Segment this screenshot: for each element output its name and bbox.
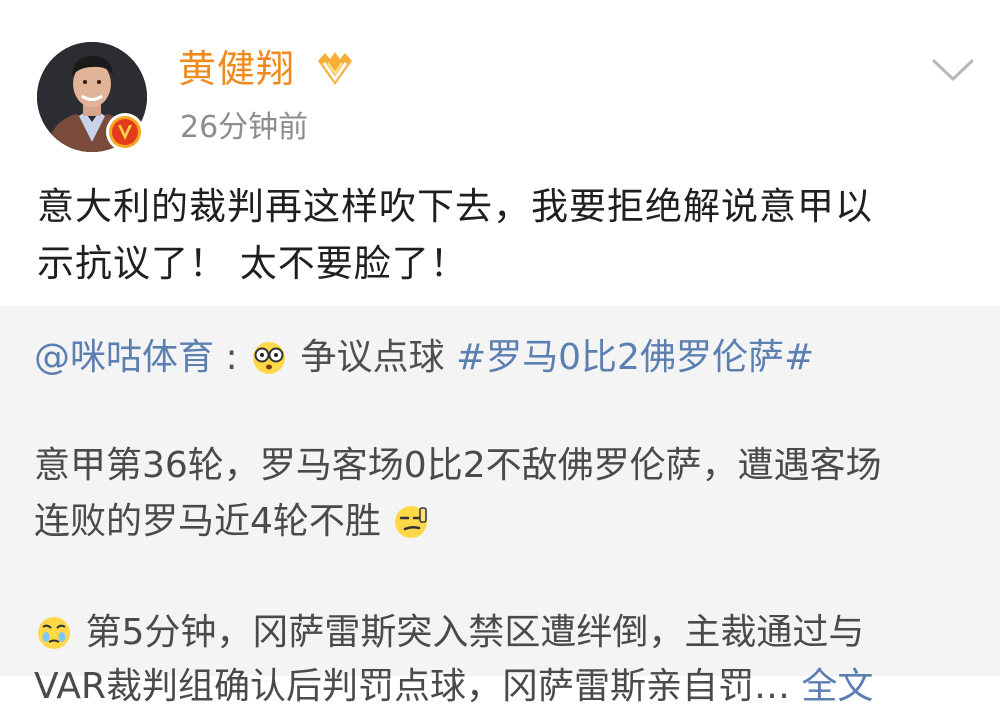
mention-link[interactable]: @咪咕体育 (34, 337, 214, 378)
repost-paragraph-2-line-1: 第5分钟，冈萨雷斯突入禁区遭绊倒，主裁通过与 (85, 612, 865, 653)
repost-paragraph-1-text: 意甲第36轮，罗马客场0比2不敌佛罗伦萨，遭遇客场 连败的罗马近4轮不胜 (34, 445, 882, 542)
repost-reason: 争议点球 (300, 337, 445, 378)
repost-header-line: @咪咕体育 : 争议点球 #罗马0比2佛罗伦萨# (34, 330, 814, 386)
repost-paragraph-2-line-2: VAR裁判组确认后判罚点球，冈萨雷斯亲自罚… (34, 666, 790, 707)
repost-paragraph-2: 第5分钟，冈萨雷斯突入禁区遭绊倒，主裁通过与 (34, 605, 964, 661)
crying-face-emoji (38, 617, 70, 649)
chevron-down-icon[interactable] (931, 57, 975, 83)
mention-separator: : (225, 337, 238, 378)
repost-paragraph-2-continued: VAR裁判组确认后判罚点球，冈萨雷斯亲自罚… 全文 (34, 659, 873, 715)
avatar[interactable] (37, 42, 147, 152)
smirk-face-emoji (395, 506, 428, 538)
post-text: 意大利的裁判再这样吹下去，我要拒绝解说意甲以 示抗议了！ 太不要脸了！ (37, 185, 873, 285)
hashtag-link[interactable]: #罗马0比2佛罗伦萨# (456, 337, 814, 378)
author-name[interactable]: 黄健翔 (178, 44, 295, 94)
expand-full-text-link[interactable]: 全文 (801, 666, 873, 707)
vip-badge-icon[interactable] (314, 49, 356, 89)
verified-v-icon (106, 113, 144, 151)
repost-paragraph-1: 意甲第36轮，罗马客场0比2不敌佛罗伦萨，遭遇客场 连败的罗马近4轮不胜 (34, 438, 964, 550)
post-timestamp: 26分钟前 (180, 110, 309, 145)
shocked-face-emoji (253, 342, 286, 374)
weibo-post-card: 黄健翔 26分钟前 意大利的裁判再这样吹下去，我要拒绝解说意甲以 示抗议了！ 太… (0, 0, 1000, 707)
